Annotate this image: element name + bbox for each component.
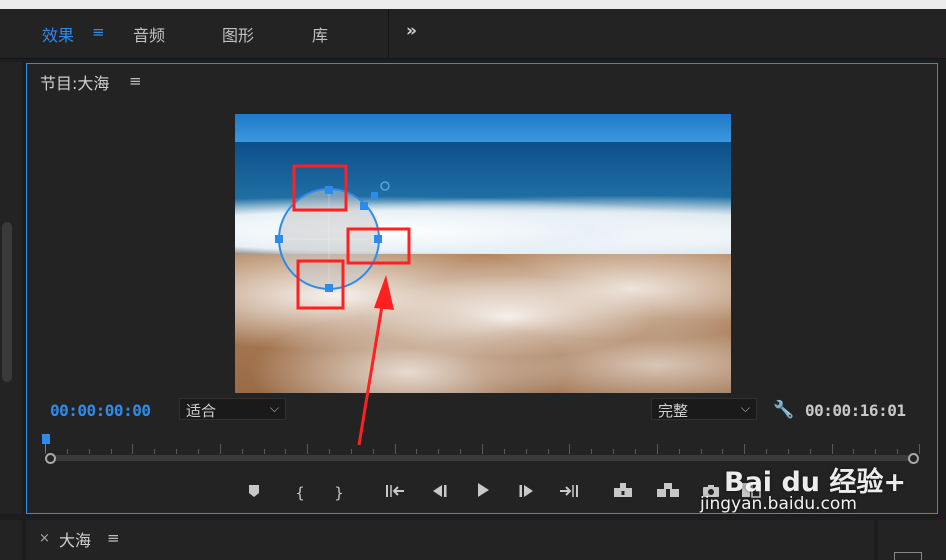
ruler-tick: [329, 449, 330, 454]
ruler-tick: [657, 444, 658, 454]
ruler-tick: [198, 449, 199, 454]
step-back-icon[interactable]: [428, 482, 450, 504]
ruler-tick: [504, 449, 505, 454]
tab-separator: [388, 9, 389, 59]
ruler-tick: [788, 449, 789, 454]
ruler-tick: [220, 444, 221, 454]
ruler-tick: [285, 449, 286, 454]
bottom-right-panel: [878, 520, 946, 560]
ruler-tick: [416, 449, 417, 454]
ruler-tick: [307, 444, 308, 454]
ruler-tick: [613, 449, 614, 454]
ruler-tick: [176, 449, 177, 454]
mark-in-icon[interactable]: {: [289, 482, 311, 504]
duration-timecode: 00:00:16:01: [805, 401, 906, 420]
lift-icon[interactable]: [612, 482, 634, 504]
panel-tab-bar: 效果 ≡ 音频 图形 库 »: [0, 9, 946, 59]
ruler-tick: [438, 449, 439, 454]
close-icon[interactable]: ×: [39, 531, 50, 546]
ruler-tick: [766, 449, 767, 454]
mask-overlay: [275, 164, 411, 310]
ruler-tick: [460, 449, 461, 454]
ruler-tick: [548, 449, 549, 454]
quality-select-value: 完整: [658, 402, 689, 420]
chevron-down-icon: ⌵: [740, 401, 750, 415]
monitor-menu-icon[interactable]: ≡: [129, 72, 142, 90]
tab-audio[interactable]: 音频: [133, 22, 165, 46]
playhead-line: [45, 442, 46, 452]
timeline-panel-header: × 大海 ≡: [26, 520, 874, 560]
ruler-tick: [526, 449, 527, 454]
video-preview[interactable]: [235, 114, 731, 393]
tab-overflow-icon[interactable]: »: [406, 21, 417, 41]
ruler-tick: [919, 444, 920, 454]
ruler-tick: [853, 449, 854, 454]
bottom-left-panel: [0, 520, 22, 560]
ruler-tick: [744, 444, 745, 454]
ruler-tick: [897, 449, 898, 454]
tab-effects[interactable]: 效果: [42, 22, 74, 46]
sequence-menu-icon[interactable]: ≡: [107, 529, 120, 547]
ruler-tick: [242, 449, 243, 454]
ruler-tick: [89, 449, 90, 454]
playhead-icon[interactable]: [42, 434, 50, 444]
mask-handle-top[interactable]: [325, 186, 333, 194]
program-monitor: 节目:大海 ≡ 00:00:00:00 适合 ⌵ 完整 ⌵ 🔧 00:00:16…: [26, 63, 938, 514]
step-forward-icon[interactable]: [516, 482, 538, 504]
ruler-tick: [591, 449, 592, 454]
zoom-scroll-left-handle[interactable]: [45, 453, 56, 464]
left-panel: [0, 62, 22, 514]
go-to-out-icon[interactable]: [558, 482, 580, 504]
current-timecode[interactable]: 00:00:00:00: [50, 401, 151, 420]
zoom-select[interactable]: 适合 ⌵: [179, 398, 286, 420]
ruler-tick: [482, 444, 483, 454]
ruler-tick: [875, 449, 876, 454]
watermark: Bai du 经验+ jingyan.baidu.com: [700, 458, 940, 518]
ruler-tick: [67, 449, 68, 454]
ruler-tick: [569, 444, 570, 454]
ruler-tick: [832, 444, 833, 454]
ruler-tick: [111, 449, 112, 454]
tab-libraries[interactable]: 库: [312, 22, 328, 46]
ruler-tick: [722, 449, 723, 454]
chevron-down-icon: ⌵: [269, 401, 279, 415]
tab-graphics[interactable]: 图形: [222, 22, 254, 46]
mask-handle-bottom[interactable]: [325, 284, 333, 292]
top-strip: [0, 0, 946, 9]
monitor-title[interactable]: 节目:大海: [40, 70, 109, 94]
watermark-url: jingyan.baidu.com: [700, 494, 857, 514]
time-ruler[interactable]: [45, 436, 920, 454]
quality-select[interactable]: 完整 ⌵: [651, 398, 757, 420]
mask-rotate-handle[interactable]: [380, 181, 390, 191]
zoom-select-value: 适合: [186, 402, 217, 420]
ruler-tick: [701, 449, 702, 454]
grid-icon[interactable]: [894, 552, 922, 560]
ruler-tick: [132, 444, 133, 454]
left-panel-scrollbar[interactable]: [2, 222, 12, 382]
ruler-tick: [635, 449, 636, 454]
ruler-tick: [264, 449, 265, 454]
mask-handle-right[interactable]: [374, 235, 382, 243]
hamburger-icon[interactable]: ≡: [92, 23, 105, 41]
mask-handle-corner[interactable]: [360, 202, 368, 210]
mask-handle-left[interactable]: [275, 235, 283, 243]
ruler-tick: [679, 449, 680, 454]
sequence-tab[interactable]: 大海: [59, 527, 91, 551]
mask-feather-handle[interactable]: [371, 192, 378, 199]
mark-out-icon[interactable]: }: [328, 482, 350, 504]
add-marker-icon[interactable]: [243, 482, 265, 504]
ruler-tick: [154, 449, 155, 454]
extract-icon[interactable]: [656, 482, 679, 504]
annotation-arrow: [357, 275, 394, 446]
wrench-icon[interactable]: 🔧: [773, 400, 794, 420]
go-to-in-icon[interactable]: [384, 482, 406, 504]
play-icon[interactable]: [472, 482, 494, 504]
ruler-tick: [810, 449, 811, 454]
